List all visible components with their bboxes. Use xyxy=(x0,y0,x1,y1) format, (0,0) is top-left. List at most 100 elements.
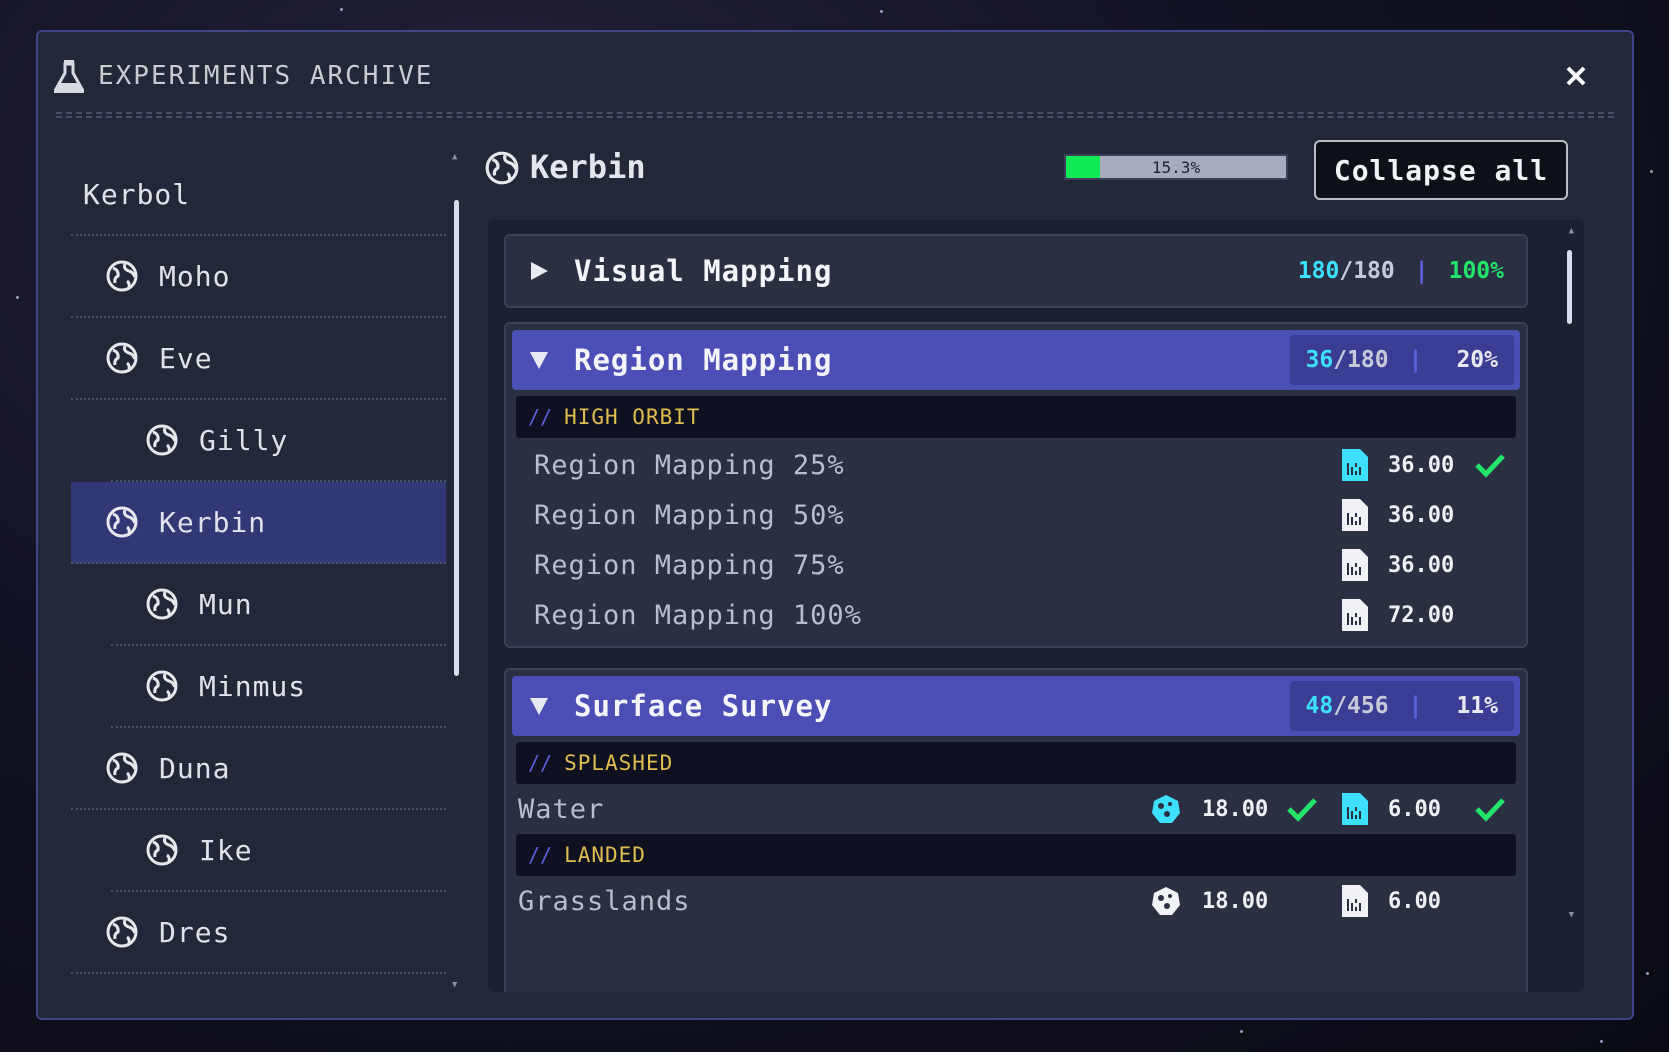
sample-cell: 18.00 xyxy=(1150,885,1268,917)
panel-scroll-down-icon[interactable]: ▼ xyxy=(1569,910,1574,920)
sidebar-item-eve[interactable]: Eve xyxy=(71,318,446,400)
globe-icon xyxy=(146,424,178,456)
experiment-title: Region Mapping xyxy=(574,343,833,377)
sidebar-item-label: Kerbin xyxy=(159,505,267,539)
total-count: /180 xyxy=(1333,347,1389,373)
globe-icon xyxy=(146,588,178,620)
situation-label: HIGH ORBIT xyxy=(564,405,701,429)
data-file-icon xyxy=(1342,549,1368,581)
situation-marker: // xyxy=(528,843,553,867)
sidebar-item-kerbin[interactable]: Kerbin xyxy=(71,482,446,564)
stats-separator: | xyxy=(1408,693,1423,719)
globe-icon xyxy=(106,260,138,292)
sidebar-item-label: Ike xyxy=(199,833,253,867)
sidebar-item-kerbol[interactable]: Kerbol xyxy=(71,154,446,236)
caret-right-icon xyxy=(531,262,548,280)
collected-count: 36 xyxy=(1305,347,1334,373)
collected-count: 180 xyxy=(1297,258,1340,284)
close-icon xyxy=(1566,66,1586,86)
title-divider xyxy=(56,112,1614,118)
sidebar-item-label: Kerbol xyxy=(83,177,191,211)
data-cell: 6.00 xyxy=(1342,885,1441,917)
sidebar-item-minmus[interactable]: Minmus xyxy=(111,646,446,728)
sidebar-item-duna[interactable]: Duna xyxy=(71,728,446,810)
close-button[interactable] xyxy=(1558,58,1594,94)
completion-percent: 11% xyxy=(1456,693,1498,719)
situation-label: SPLASHED xyxy=(564,751,674,775)
rock-sample-icon xyxy=(1152,795,1180,823)
experiment-header[interactable]: Surface Survey 48/456 | 11% xyxy=(512,676,1520,736)
experiment-stats: 48/456 | 11% xyxy=(1289,681,1514,731)
experiment-row[interactable]: Region Mapping 100% 72.00 xyxy=(506,590,1526,640)
experiment-row[interactable]: Water 18.00 6.00 xyxy=(506,784,1526,834)
panel-scroll-up-icon[interactable]: ▲ xyxy=(1569,226,1574,236)
data-file-icon xyxy=(1342,599,1368,631)
sidebar-item-gilly[interactable]: Gilly xyxy=(111,400,446,482)
caret-down-icon xyxy=(530,698,548,715)
row-name: Region Mapping 75% xyxy=(534,549,845,581)
science-progress-bar: 15.3% xyxy=(1064,154,1288,180)
situation-header: // HIGH ORBIT xyxy=(516,396,1516,438)
science-value: 6.00 xyxy=(1388,888,1441,914)
science-value: 36.00 xyxy=(1388,502,1455,528)
globe-icon xyxy=(485,151,519,185)
globe-icon xyxy=(146,670,178,702)
sidebar-item-moho[interactable]: Moho xyxy=(71,236,446,318)
sidebar-item-label: Mun xyxy=(199,587,253,621)
sidebar-scroll-up-icon[interactable]: ▲ xyxy=(452,152,457,162)
caret-down-icon xyxy=(530,352,548,369)
title-bar: EXPERIMENTS ARCHIVE xyxy=(54,56,1616,96)
collected-count: 48 xyxy=(1305,693,1334,719)
situation-marker: // xyxy=(528,405,553,429)
data-file-icon xyxy=(1342,885,1368,917)
experiments-panel: ▲ ▼ Visual Mapping 180/180 | 100% Region… xyxy=(488,220,1584,992)
science-value: 72.00 xyxy=(1388,602,1455,628)
sidebar-scrollbar[interactable] xyxy=(454,200,459,676)
celestial-body-list: Kerbol Moho Eve Gilly Kerbin Mun Minmus xyxy=(71,154,446,1014)
data-cell: 36.00 xyxy=(1342,499,1454,531)
collapse-all-button[interactable]: Collapse all xyxy=(1314,140,1568,200)
window-title: EXPERIMENTS ARCHIVE xyxy=(98,61,434,91)
experiment-row[interactable]: Region Mapping 25% 36.00 xyxy=(506,440,1526,490)
row-name: Region Mapping 100% xyxy=(534,599,862,631)
experiment-header[interactable]: Visual Mapping 180/180 | 100% xyxy=(506,236,1526,306)
sidebar-item-label: Duna xyxy=(159,751,231,785)
science-value: 18.00 xyxy=(1202,888,1269,914)
sidebar-item-label: Dres xyxy=(159,915,231,949)
data-file-icon xyxy=(1342,793,1368,825)
situation-label: LANDED xyxy=(564,843,646,867)
sidebar-item-mun[interactable]: Mun xyxy=(111,564,446,646)
experiment-card-region-mapping: Region Mapping 36/180 | 20% // HIGH ORBI… xyxy=(504,322,1528,648)
rock-sample-icon xyxy=(1152,887,1180,915)
sidebar-scroll-down-icon[interactable]: ▼ xyxy=(452,980,457,990)
science-value: 36.00 xyxy=(1388,452,1455,478)
check-icon xyxy=(1475,798,1505,822)
experiment-header[interactable]: Region Mapping 36/180 | 20% xyxy=(512,330,1520,390)
body-title: Kerbin xyxy=(530,148,646,186)
row-name: Grasslands xyxy=(518,885,691,917)
stats-separator: | xyxy=(1414,258,1429,284)
sidebar-item-label: Moho xyxy=(159,259,231,293)
completion-percent: 20% xyxy=(1456,347,1498,373)
total-count: /180 xyxy=(1339,258,1395,284)
experiment-title: Visual Mapping xyxy=(574,254,833,288)
sidebar-item-label: Minmus xyxy=(199,669,307,703)
panel-scrollbar[interactable] xyxy=(1567,250,1572,324)
data-file-icon xyxy=(1342,449,1368,481)
experiment-row[interactable]: Region Mapping 75% 36.00 xyxy=(506,540,1526,590)
sample-cell: 18.00 xyxy=(1150,793,1268,825)
sidebar-item-label: Eve xyxy=(159,341,213,375)
globe-icon xyxy=(106,752,138,784)
data-cell: 6.00 xyxy=(1342,793,1441,825)
sidebar-item-dres[interactable]: Dres xyxy=(71,892,446,974)
body-header: Kerbin 15.3% Collapse all xyxy=(484,140,1576,206)
flask-icon xyxy=(54,60,84,93)
globe-icon xyxy=(106,916,138,948)
experiment-title: Surface Survey xyxy=(574,689,833,723)
situation-marker: // xyxy=(528,751,553,775)
experiment-row[interactable]: Grasslands 18.00 6.00 xyxy=(506,876,1526,926)
row-name: Region Mapping 50% xyxy=(534,499,845,531)
sidebar-item-ike[interactable]: Ike xyxy=(111,810,446,892)
experiment-card-visual-mapping: Visual Mapping 180/180 | 100% xyxy=(504,234,1528,308)
experiment-row[interactable]: Region Mapping 50% 36.00 xyxy=(506,490,1526,540)
